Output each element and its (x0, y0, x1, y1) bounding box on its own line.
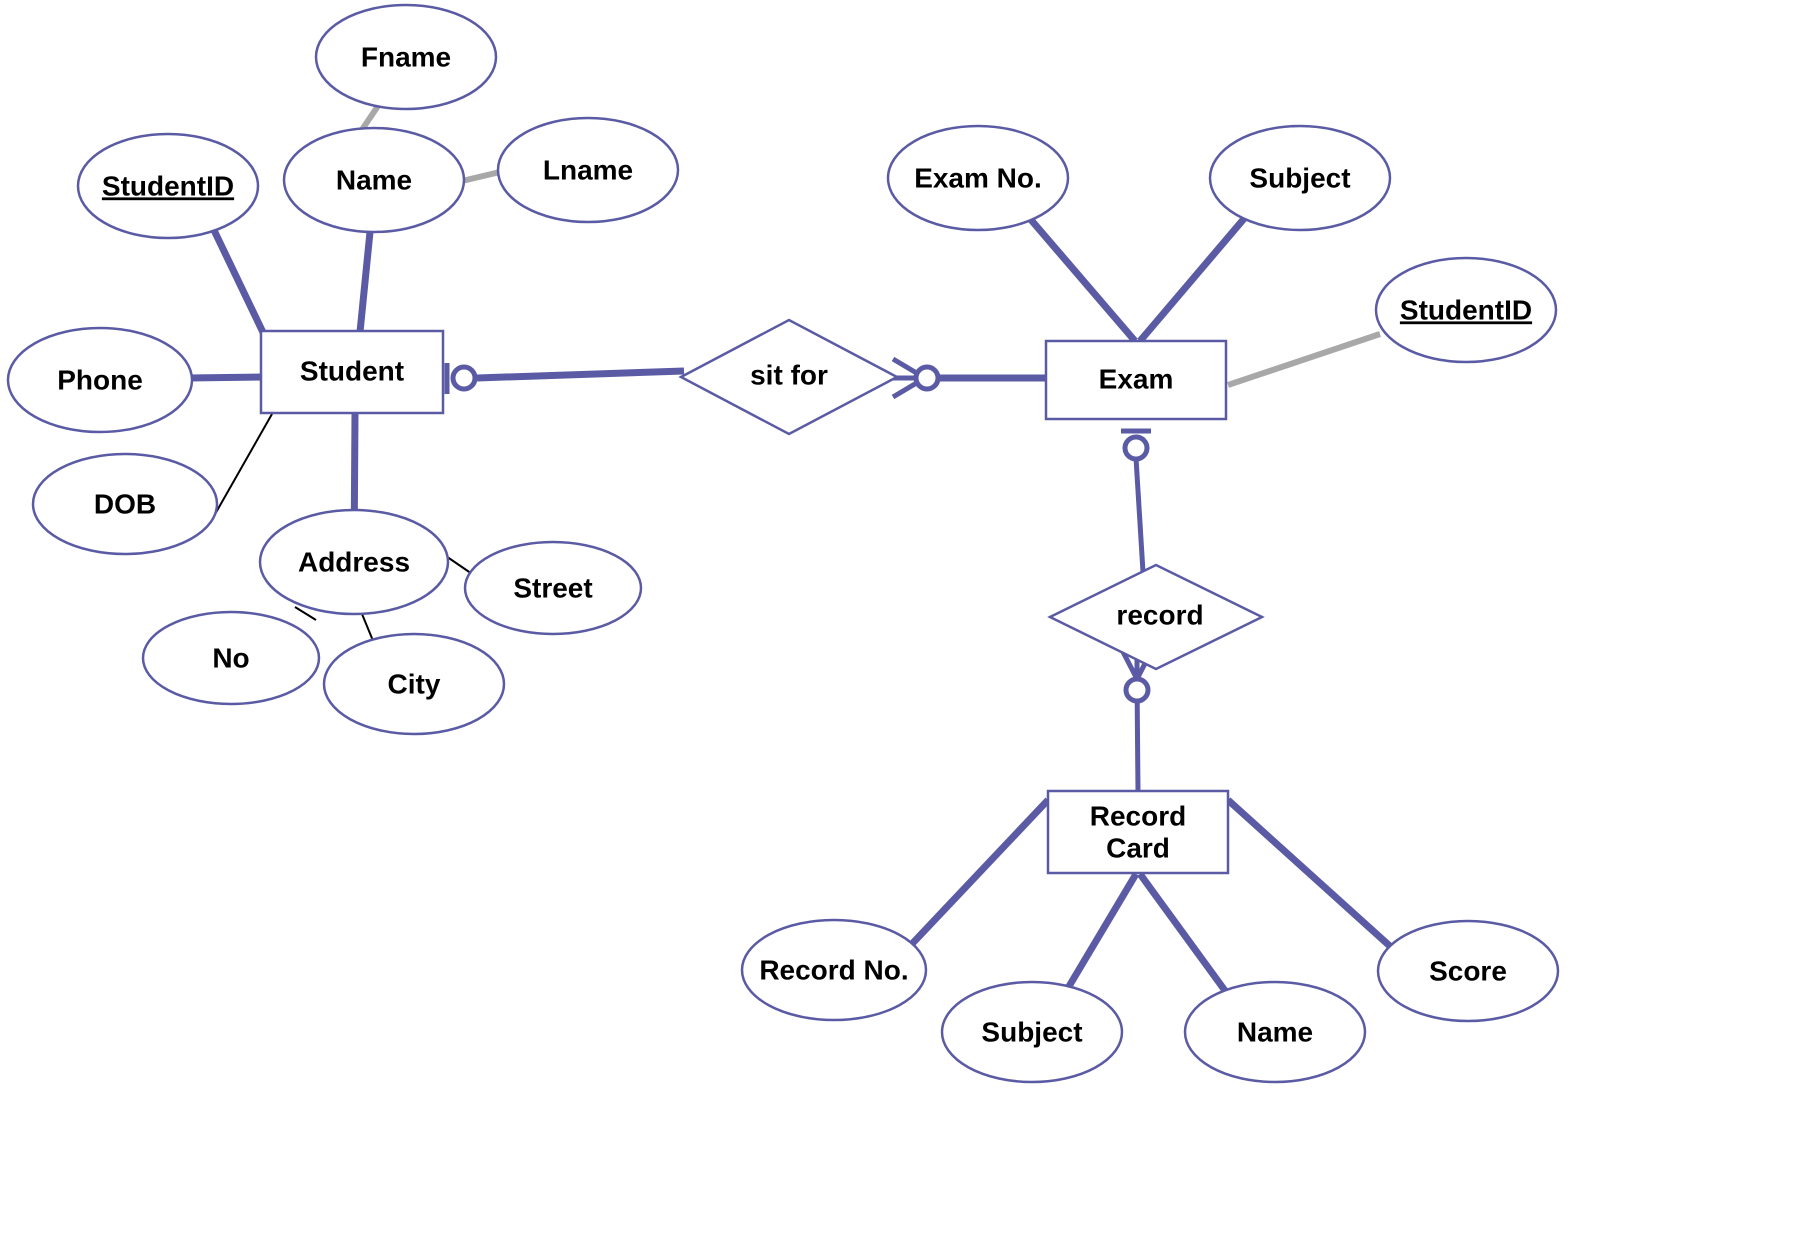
attribute-exam-no-label: Exam No. (914, 162, 1042, 193)
attribute-studentid-exam-label: StudentID (1400, 294, 1532, 325)
attribute-record-no-label: Record No. (759, 954, 908, 985)
entity-record-card[interactable]: Record Card (1046, 789, 1230, 875)
attribute-name-record-card[interactable]: Name (1183, 980, 1367, 1084)
attribute-subject-record-card-label: Subject (981, 1016, 1082, 1047)
attribute-city[interactable]: City (322, 632, 506, 736)
edge-name-lname (461, 169, 501, 184)
attribute-street[interactable]: Street (463, 540, 643, 636)
entity-record-card-label-line1: Record (1090, 800, 1186, 831)
relationship-record[interactable]: record (1047, 563, 1265, 671)
relationship-record-label: record (1116, 599, 1203, 630)
attribute-street-label: Street (513, 572, 592, 603)
attribute-exam-no[interactable]: Exam No. (886, 124, 1070, 232)
edge-name-student (356, 231, 374, 333)
edge-recordcard-subjectrc (1064, 872, 1140, 990)
attribute-name-label: Name (336, 164, 412, 195)
attribute-lname-label: Lname (543, 154, 633, 185)
attribute-fname[interactable]: Fname (314, 3, 498, 111)
attribute-lname[interactable]: Lname (496, 116, 680, 224)
attribute-phone[interactable]: Phone (6, 326, 194, 434)
attribute-city-label: City (388, 668, 441, 699)
edge-subject-exam (1137, 211, 1251, 344)
marker-exam-record-one-and-only-one (1121, 428, 1151, 462)
attribute-score-label: Score (1429, 955, 1507, 986)
attribute-address[interactable]: Address (258, 508, 450, 616)
attribute-dob[interactable]: DOB (31, 452, 219, 556)
edge-recordcard-recordno (907, 797, 1051, 949)
attribute-fname-label: Fname (361, 41, 451, 72)
attribute-no[interactable]: No (141, 610, 321, 706)
edge-studentid-exam (1227, 331, 1381, 388)
attribute-name-record-card-label: Name (1237, 1016, 1313, 1047)
attribute-subject-record-card[interactable]: Subject (940, 980, 1124, 1084)
attribute-no-label: No (212, 642, 249, 673)
er-diagram-canvas: Fname Lname Name StudentID Phone DOB Add… (0, 0, 1800, 1250)
attribute-subject-exam[interactable]: Subject (1208, 124, 1392, 232)
entity-exam-label: Exam (1099, 363, 1174, 394)
edge-student-sitfor (476, 367, 685, 382)
attribute-score[interactable]: Score (1376, 919, 1560, 1023)
attribute-studentid-exam[interactable]: StudentID (1374, 256, 1558, 364)
er-diagram-svg: Fname Lname Name StudentID Phone DOB Add… (6, 3, 1560, 1084)
edge-examno-exam (1023, 211, 1138, 344)
entity-exam[interactable]: Exam (1044, 339, 1228, 421)
marker-student-one-and-only-one (444, 363, 478, 394)
entity-student[interactable]: Student (259, 329, 445, 415)
attribute-subject-exam-label: Subject (1249, 162, 1350, 193)
relationship-sit-for[interactable]: sit for (678, 318, 900, 436)
attribute-phone-label: Phone (57, 364, 143, 395)
marker-exam-zero-or-many (891, 356, 941, 400)
entity-student-label: Student (300, 355, 404, 386)
edge-dob-student (209, 413, 273, 524)
edge-exam-record (1133, 457, 1146, 573)
attribute-address-label: Address (298, 546, 410, 577)
attribute-studentid[interactable]: StudentID (76, 132, 260, 240)
attribute-name[interactable]: Name (282, 126, 466, 234)
entity-record-card-label-line2: Card (1106, 832, 1170, 863)
edge-phone-student (187, 373, 263, 382)
attribute-studentid-label: StudentID (102, 170, 234, 201)
edge-recordcard-namerc (1137, 871, 1229, 995)
edge-recordcard-score (1225, 797, 1395, 951)
attribute-dob-label: DOB (94, 488, 156, 519)
attribute-record-no[interactable]: Record No. (740, 918, 928, 1022)
relationship-sit-for-label: sit for (750, 359, 828, 390)
